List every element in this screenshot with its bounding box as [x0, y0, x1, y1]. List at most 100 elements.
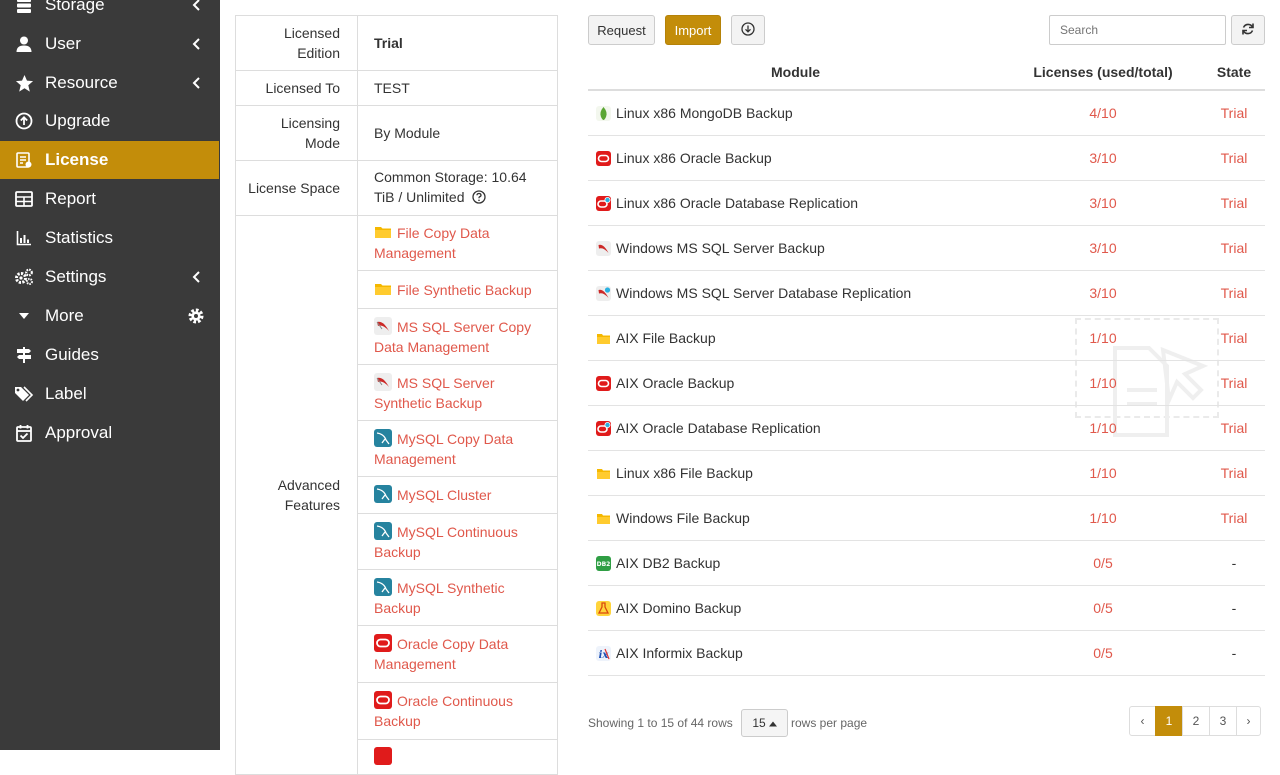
module-name: AIX Oracle Backup [616, 374, 735, 391]
import-button[interactable]: Import [665, 15, 721, 45]
sidebar-item-more[interactable]: More [0, 297, 219, 335]
sidebar-item-report[interactable]: Report [0, 180, 219, 218]
page-size-dropdown[interactable]: 15 [741, 709, 788, 737]
sidebar: Storage User Resource Upgrade License Re… [0, 0, 220, 750]
feature-item: File Synthetic Backup [357, 270, 558, 309]
page-prev-button[interactable]: ‹ [1129, 706, 1156, 736]
calendar-check-icon [14, 423, 34, 443]
table-row[interactable]: AIX File Backup 1/10 Trial [588, 315, 1265, 361]
licenses-cell: 0/5 [1003, 540, 1203, 586]
folder-icon [596, 331, 611, 346]
sidebar-item-resource[interactable]: Resource [0, 64, 219, 102]
download-circle-icon [741, 21, 755, 39]
chevron-left-icon [189, 36, 205, 52]
feature-label: Oracle Continuous Backup [374, 693, 513, 729]
sidebar-item-storage[interactable]: Storage [0, 0, 219, 24]
licenses-cell: 3/10 [1003, 225, 1203, 271]
table-row[interactable]: AIX Oracle Database Replication 1/10 Tri… [588, 405, 1265, 451]
state-cell: Trial [1203, 495, 1265, 541]
table-row[interactable]: Linux x86 Oracle Database Replication 3/… [588, 180, 1265, 226]
sidebar-item-statistics[interactable]: Statistics [0, 219, 219, 257]
feature-item: Oracle Continuous Backup [357, 682, 558, 740]
state-cell: - [1203, 630, 1265, 676]
feature-label: MySQL Continuous Backup [374, 523, 518, 560]
table-row[interactable]: Linux x86 MongoDB Backup 4/10 Trial [588, 90, 1265, 136]
gears-icon [14, 267, 34, 287]
licenses-cell: 3/10 [1003, 180, 1203, 226]
state-cell: Trial [1203, 180, 1265, 226]
sidebar-item-license[interactable]: License [0, 141, 219, 179]
table-row[interactable]: DB2 AIX DB2 Backup 0/5 - [588, 540, 1265, 586]
state-cell: - [1203, 540, 1265, 586]
table-row[interactable]: Linux x86 File Backup 1/10 Trial [588, 450, 1265, 496]
feature-label: MySQL Copy Data Management [374, 430, 514, 467]
page-3-button[interactable]: 3 [1209, 706, 1237, 736]
chevron-left-icon [189, 0, 205, 13]
module-cell: Linux x86 Oracle Database Replication [588, 180, 1003, 226]
module-cell: Windows MS SQL Server Backup [588, 225, 1003, 271]
sidebar-item-label: Statistics [45, 228, 114, 247]
table-row[interactable]: Linux x86 Oracle Backup 3/10 Trial [588, 135, 1265, 181]
mysql-icon [374, 428, 392, 447]
sidebar-item-guides[interactable]: Guides [0, 336, 219, 374]
sidebar-item-label: License [45, 150, 109, 169]
module-name: Linux x86 File Backup [616, 464, 753, 481]
state-cell: Trial [1203, 405, 1265, 451]
sidebar-item-label[interactable]: Label [0, 375, 219, 413]
module-cell: AIX Oracle Database Replication [588, 405, 1003, 451]
state-cell: Trial [1203, 450, 1265, 496]
feature-label: MySQL Cluster [397, 487, 492, 503]
bar-chart-icon [14, 228, 34, 248]
licenses-cell: 1/10 [1003, 495, 1203, 541]
sidebar-item-settings[interactable]: Settings [0, 258, 219, 296]
sidebar-item-user[interactable]: User [0, 25, 219, 63]
table-row[interactable]: Windows MS SQL Server Database Replicati… [588, 270, 1265, 316]
pagination: ‹ 1 2 3 › [1129, 706, 1261, 736]
table-row[interactable]: Windows File Backup 1/10 Trial [588, 495, 1265, 541]
module-name: Windows MS SQL Server Backup [616, 239, 825, 256]
column-header-licenses[interactable]: Licenses (used/total) [1003, 55, 1203, 91]
mssql-icon [596, 240, 611, 256]
sidebar-item-label: Settings [45, 267, 107, 286]
module-cell: DB2 AIX DB2 Backup [588, 540, 1003, 586]
download-button[interactable] [731, 15, 765, 45]
mssql-replication-icon [596, 285, 611, 301]
database-icon [14, 0, 34, 15]
feature-item: MySQL Continuous Backup [357, 513, 558, 570]
sidebar-item-label-text: Label [45, 384, 87, 403]
feature-item: MySQL Copy Data Management [357, 420, 558, 477]
request-button[interactable]: Request [588, 15, 655, 45]
table-row[interactable]: AIX Oracle Backup 1/10 Trial [588, 360, 1265, 406]
oracle-icon [374, 634, 392, 652]
column-header-state[interactable]: State [1203, 55, 1265, 91]
feature-item: MySQL Synthetic Backup [357, 569, 558, 626]
page-2-button[interactable]: 2 [1182, 706, 1210, 736]
page-1-button[interactable]: 1 [1155, 706, 1183, 736]
sidebar-item-approval[interactable]: Approval [0, 414, 219, 452]
column-header-module[interactable]: Module [588, 55, 1003, 91]
module-name: AIX DB2 Backup [616, 554, 721, 571]
mysql-icon [374, 577, 392, 596]
license-space-key: License Space [235, 160, 358, 216]
domino-icon [596, 600, 611, 616]
module-cell: ix AIX Informix Backup [588, 630, 1003, 676]
sidebar-item-label: User [45, 34, 81, 53]
caret-up-icon [768, 716, 777, 730]
sidebar-item-label: Report [45, 189, 97, 208]
table-row[interactable]: AIX Domino Backup 0/5 - [588, 585, 1265, 631]
state-cell: Trial [1203, 360, 1265, 406]
refresh-button[interactable] [1231, 15, 1265, 45]
question-circle-icon[interactable] [472, 189, 487, 209]
page-next-button[interactable]: › [1236, 706, 1261, 736]
licensing-mode-key: Licensing Mode [235, 105, 358, 161]
gear-icon[interactable] [187, 307, 205, 325]
state-cell: Trial [1203, 135, 1265, 181]
module-cell: Windows MS SQL Server Database Replicati… [588, 270, 1003, 316]
sidebar-item-upgrade[interactable]: Upgrade [0, 102, 219, 140]
licensed-edition-key: Licensed Edition [235, 15, 358, 71]
page-size-value: 15 [752, 716, 766, 730]
table-row[interactable]: ix AIX Informix Backup 0/5 - [588, 630, 1265, 676]
feature-label: MS SQL Server Copy Data Management [374, 318, 532, 355]
table-row[interactable]: Windows MS SQL Server Backup 3/10 Trial [588, 225, 1265, 271]
search-input[interactable] [1049, 15, 1226, 45]
